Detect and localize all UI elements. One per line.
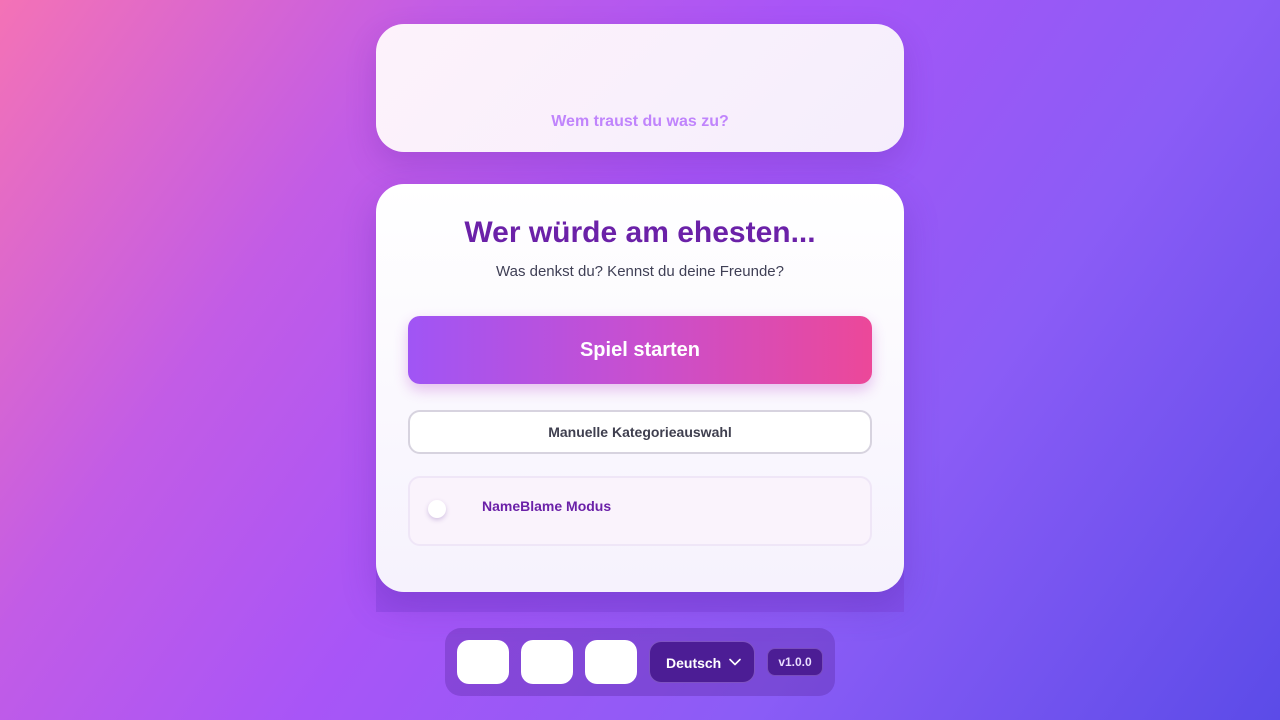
main-card: Wer würde am ehesten... Was denkst du? K… [376, 184, 904, 592]
nameblame-mode-toggle[interactable] [424, 496, 454, 520]
toggle-knob [428, 500, 446, 518]
start-game-button[interactable]: Spiel starten [408, 316, 872, 384]
language-select[interactable]: Deutsch [649, 641, 755, 683]
header-card: Wem traust du was zu? [376, 24, 904, 152]
toolbar-button-3[interactable] [585, 640, 637, 684]
nameblame-mode-row[interactable]: NameBlame Modus [408, 476, 872, 546]
tagline: Wem traust du was zu? [551, 113, 729, 130]
chevron-down-icon [729, 658, 741, 666]
page-title: Wer würde am ehesten... [464, 216, 816, 249]
toolbar-button-2[interactable] [521, 640, 573, 684]
manual-category-button[interactable]: Manuelle Kategorieauswahl [408, 410, 872, 454]
page-subtitle: Was denkst du? Kennst du deine Freunde? [496, 263, 784, 280]
version-badge: v1.0.0 [767, 648, 823, 676]
bottom-toolbar: Deutsch v1.0.0 [445, 628, 835, 696]
toolbar-button-1[interactable] [457, 640, 509, 684]
language-selected-value: Deutsch [666, 655, 722, 671]
nameblame-mode-label: NameBlame Modus [482, 498, 612, 514]
